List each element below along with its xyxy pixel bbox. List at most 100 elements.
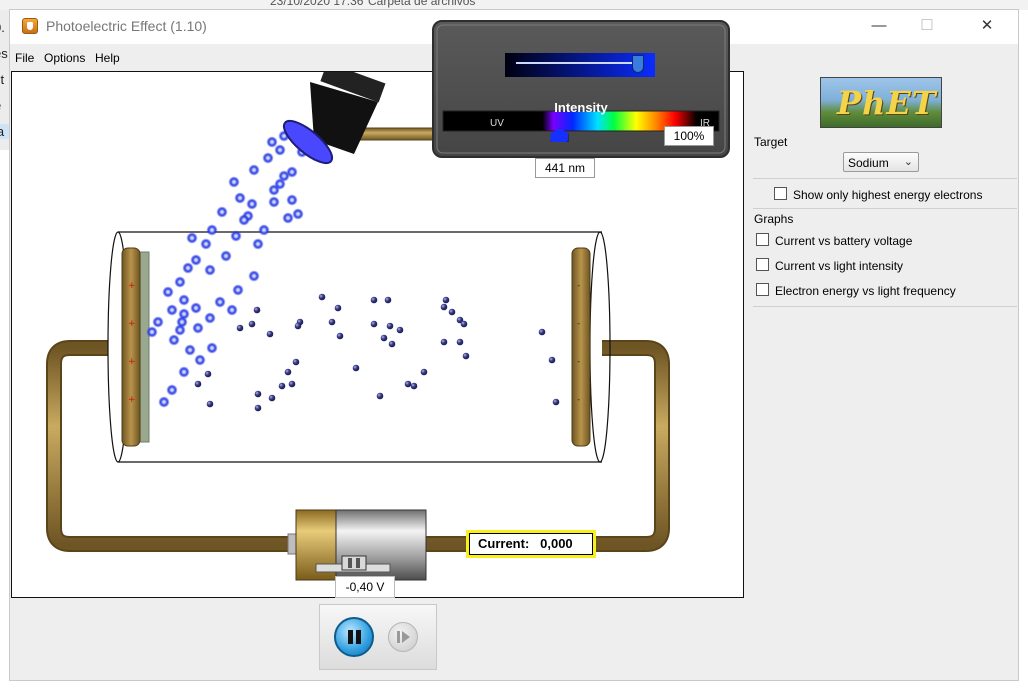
photon — [268, 184, 280, 196]
wire-right — [424, 342, 668, 550]
pause-icon[interactable] — [334, 617, 374, 657]
electron — [440, 303, 448, 311]
photon — [182, 262, 194, 274]
photon — [184, 344, 196, 356]
target-metal — [139, 251, 150, 443]
electron — [254, 390, 262, 398]
current-value: 0,000 — [540, 536, 573, 551]
electron — [204, 370, 212, 378]
photon — [246, 198, 258, 210]
photon — [192, 322, 204, 334]
photon — [252, 238, 264, 250]
photon — [152, 316, 164, 328]
electron — [268, 394, 276, 402]
current-label: Current: — [478, 536, 530, 551]
photon — [178, 294, 190, 306]
bg-fragment: e — [0, 98, 1, 113]
chevron-down-icon: ⌄ — [903, 156, 913, 168]
show-highest-label: Show only highest energy electrons — [793, 188, 983, 202]
background-left-edge: 0. es st e ja — [0, 10, 10, 150]
divider — [753, 178, 1017, 179]
minus-charge: - — [577, 357, 580, 367]
phet-logo[interactable]: PhET — [820, 77, 942, 128]
photon — [214, 296, 226, 308]
electron — [420, 368, 428, 376]
electron — [206, 400, 214, 408]
current-readout: Current: 0,000 — [466, 530, 596, 558]
electrons — [194, 293, 560, 412]
wavelength-field[interactable]: 441 nm — [535, 158, 595, 178]
photon — [204, 312, 216, 324]
photon — [274, 144, 286, 156]
wire-right-outline — [424, 340, 670, 552]
divider — [753, 208, 1017, 209]
electron — [253, 306, 261, 314]
electron — [284, 368, 292, 376]
wire-left-outline — [46, 340, 302, 552]
menu-options[interactable]: Options — [44, 51, 85, 65]
photon — [174, 276, 186, 288]
intensity-value-field[interactable]: 100% — [664, 126, 714, 146]
battery-voltage-field[interactable]: -0,40 V — [335, 576, 395, 598]
bg-fragment: st — [0, 72, 5, 87]
plus-charge: + — [128, 357, 136, 367]
electron — [328, 318, 336, 326]
photon — [190, 254, 202, 266]
target-label: Target — [754, 135, 788, 149]
photon — [248, 164, 260, 176]
electron — [384, 296, 392, 304]
step-icon[interactable] — [388, 622, 418, 652]
photon — [292, 208, 304, 220]
bg-fragment: 0. — [0, 20, 5, 35]
window-title: Photoelectric Effect (1.10) — [46, 18, 207, 34]
photon — [220, 250, 232, 262]
bg-fragment: ja — [0, 124, 10, 139]
electron — [248, 320, 256, 328]
menu-help[interactable]: Help — [95, 51, 120, 65]
photon — [162, 286, 174, 298]
background-date: 23/10/2020 17:36 — [270, 0, 364, 8]
target-select-value: Sodium — [848, 156, 889, 170]
plus-charge: + — [128, 281, 136, 291]
show-highest-checkbox[interactable] — [774, 187, 787, 200]
electron — [456, 338, 464, 346]
electron — [254, 404, 262, 412]
photon — [194, 354, 206, 366]
electron — [336, 332, 344, 340]
graph-option-label: Current vs battery voltage — [775, 234, 913, 248]
photon — [232, 284, 244, 296]
menu-file[interactable]: File — [15, 51, 34, 65]
minus-charge: - — [577, 395, 580, 405]
maximize-button[interactable]: ☐ — [904, 10, 950, 44]
electron — [410, 382, 418, 390]
intensity-slider-thumb[interactable] — [631, 55, 644, 73]
photon — [166, 304, 178, 316]
graph-option-label: Current vs light intensity — [775, 259, 904, 273]
photon — [226, 304, 238, 316]
battery — [287, 509, 427, 581]
close-button[interactable]: ✕ — [964, 10, 1010, 44]
graph-checkbox-light-intensity[interactable] — [756, 258, 769, 271]
plus-charge: + — [128, 395, 136, 405]
photon — [238, 214, 250, 226]
graph-checkbox-battery-voltage[interactable] — [756, 233, 769, 246]
target-select[interactable]: Sodium ⌄ — [843, 152, 919, 172]
electron — [448, 308, 456, 316]
background-window-strip: 23/10/2020 17:36 Carpeta de archivos — [0, 0, 1028, 10]
minimize-button[interactable]: — — [856, 10, 902, 44]
graph-checkbox-electron-energy[interactable] — [756, 283, 769, 296]
photon — [258, 224, 270, 236]
electron — [380, 334, 388, 342]
graph-option-label: Electron energy vs light frequency — [775, 284, 956, 298]
electron — [388, 340, 396, 348]
electron — [548, 356, 556, 364]
photon — [216, 206, 228, 218]
lamp-icon — [282, 72, 386, 165]
photon — [178, 366, 190, 378]
photon — [234, 192, 246, 204]
electron — [352, 364, 360, 372]
plus-charge: + — [128, 319, 136, 329]
electron — [370, 296, 378, 304]
photon — [200, 238, 212, 250]
right-plate — [571, 247, 591, 447]
